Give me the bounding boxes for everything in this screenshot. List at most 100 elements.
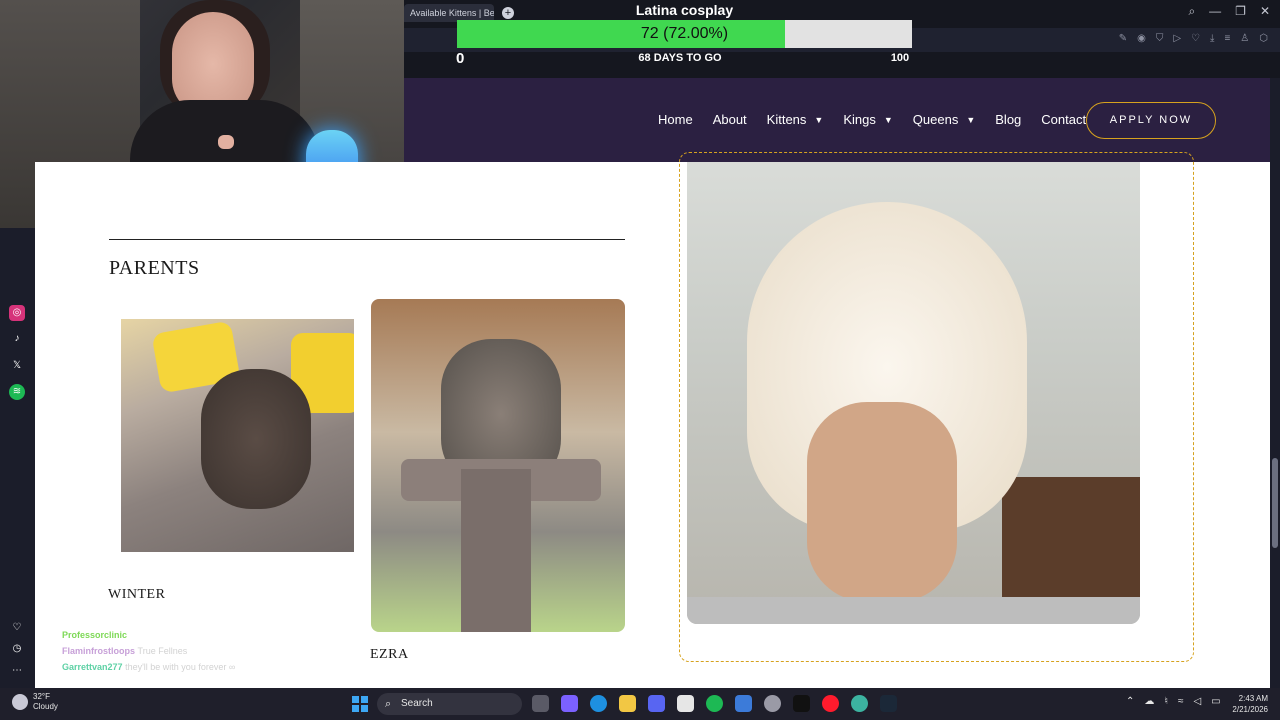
- nav-item-about[interactable]: About: [713, 112, 747, 127]
- tiktok-icon[interactable]: [793, 695, 810, 712]
- scrollbar[interactable]: [1270, 78, 1280, 688]
- cat-figure: [201, 369, 311, 509]
- tiktok-icon[interactable]: ♪: [9, 331, 25, 347]
- history-icon[interactable]: ◷: [9, 641, 25, 657]
- chat-message: they'll be with you forever ∞: [125, 662, 236, 672]
- caret-down-icon: ▼: [966, 114, 976, 125]
- settings-icon[interactable]: [764, 695, 781, 712]
- volume-icon[interactable]: ◁: [1193, 696, 1201, 707]
- parent-name-ezra: EZRA: [370, 647, 409, 662]
- goal-max-label: 100: [890, 52, 910, 64]
- microphone-icon[interactable]: ♮: [1164, 696, 1168, 707]
- battery-icon[interactable]: ▭: [1211, 696, 1220, 707]
- instagram-icon[interactable]: ◎: [9, 305, 25, 321]
- caret-down-icon: ▼: [883, 114, 893, 125]
- page-content: PARENTS WINTER EZRA: [35, 152, 1270, 688]
- spotify-icon[interactable]: [706, 695, 723, 712]
- chat-line: Professorclinic: [62, 627, 235, 643]
- taskbar-search[interactable]: ⌕ Search: [377, 693, 522, 715]
- taskbar-apps: [532, 695, 897, 712]
- nav-item-kings[interactable]: Kings ▼: [843, 112, 892, 127]
- chat-overlay: Professorclinic Flaminfrostloops True Fe…: [62, 627, 235, 675]
- task-view-icon[interactable]: [532, 695, 549, 712]
- nav-label: Blog: [995, 112, 1022, 127]
- download-icon[interactable]: ⤓: [1210, 33, 1214, 44]
- discord-icon[interactable]: [648, 695, 665, 712]
- nav-links: Home About Kittens ▼ Kings ▼ Queens ▼ Blog …: [658, 112, 1106, 127]
- nav-item-contact[interactable]: Contact: [1041, 112, 1086, 127]
- minimize-icon[interactable]: —: [1209, 4, 1221, 19]
- extension-toolbar: ✎ ◉ ⛉ ▷ ♡ ⤓ ≡ ♙ ⬡: [1119, 33, 1268, 44]
- mouse-cursor-icon: [644, 345, 651, 355]
- opera-icon[interactable]: [822, 695, 839, 712]
- edge-icon[interactable]: [590, 695, 607, 712]
- windows-start-icon[interactable]: [352, 696, 368, 712]
- site-navbar: Home About Kittens ▼ Kings ▼ Queens ▼ Blog …: [404, 78, 1270, 162]
- spotify-icon[interactable]: ≋: [9, 384, 25, 400]
- clock-date: 2/21/2026: [1232, 705, 1268, 714]
- parent-name-winter: WINTER: [108, 587, 166, 602]
- play-icon[interactable]: ▷: [1173, 33, 1181, 44]
- wallet-icon[interactable]: ⬡: [1259, 33, 1268, 44]
- chevron-up-icon[interactable]: ⌃: [1126, 696, 1134, 707]
- file-explorer-icon[interactable]: [619, 695, 636, 712]
- photo-bottom-band: [687, 597, 1140, 624]
- chat-username: Flaminfrostloops: [62, 646, 136, 656]
- social-rail: ◎ ♪ 𝕏 ≋ ♡ ◷ ⋯: [0, 228, 35, 688]
- edit-icon[interactable]: ✎: [1119, 33, 1127, 44]
- nav-label: Queens: [912, 112, 959, 127]
- heart-icon[interactable]: ♡: [1191, 33, 1200, 44]
- cloud-icon: [12, 694, 28, 710]
- parent-photo-winter[interactable]: [121, 319, 354, 552]
- browser-icon[interactable]: [851, 695, 868, 712]
- nav-label: About: [712, 112, 747, 127]
- goal-min-label: 0: [456, 50, 465, 67]
- caret-down-icon: ▼: [814, 114, 824, 125]
- system-tray: ⌃ ☁ ♮ ≈ ◁ ▭: [1126, 696, 1221, 707]
- chat-line: Flaminfrostloops True Fellnes: [62, 643, 235, 659]
- copilot-icon[interactable]: [561, 695, 578, 712]
- weather-widget[interactable]: 32°F Cloudy: [12, 692, 58, 712]
- profile-icon[interactable]: ♙: [1240, 33, 1249, 44]
- x-icon[interactable]: 𝕏: [9, 358, 25, 374]
- camera-icon[interactable]: ◉: [1137, 33, 1146, 44]
- taskbar: 32°F Cloudy ⌕ Search ⌃ ☁ ♮ ≈ ◁ ▭ 2:43 AM…: [0, 688, 1280, 720]
- goal-progress-text: 72 (72.00%): [640, 25, 729, 42]
- nav-label: Kings: [843, 112, 876, 127]
- scrollbar-thumb[interactable]: [1272, 458, 1278, 548]
- more-icon[interactable]: ⋯: [9, 663, 25, 679]
- mail-icon[interactable]: [735, 695, 752, 712]
- close-icon[interactable]: ✕: [1260, 4, 1270, 19]
- maximize-icon[interactable]: ❐: [1235, 4, 1246, 19]
- chat-username: Professorclinic: [62, 630, 128, 640]
- cloud-sync-icon[interactable]: ☁: [1144, 696, 1154, 707]
- goal-progress-bar: 72 (72.00%): [457, 20, 912, 48]
- section-title: PARENTS: [109, 257, 200, 279]
- steam-icon[interactable]: [880, 695, 897, 712]
- search-icon[interactable]: ⌕: [1188, 4, 1195, 19]
- chat-message: True Fellnes: [137, 646, 188, 656]
- kitten-photo[interactable]: [687, 162, 1140, 624]
- menu-icon[interactable]: ≡: [1224, 33, 1230, 44]
- nav-item-kittens[interactable]: Kittens ▼: [767, 112, 824, 127]
- cat-tree-post: [461, 469, 531, 632]
- nav-label: Contact: [1041, 112, 1087, 127]
- nav-item-home[interactable]: Home: [658, 112, 693, 127]
- goal-title: Latina cosplay: [635, 2, 734, 18]
- taskbar-clock[interactable]: 2:43 AM 2/21/2026: [1222, 693, 1268, 715]
- weather-desc: Cloudy: [33, 702, 58, 711]
- shield-icon[interactable]: ⛉: [1156, 33, 1164, 44]
- store-icon[interactable]: [677, 695, 694, 712]
- apply-now-button[interactable]: APPLY NOW: [1086, 102, 1216, 139]
- search-icon: ⌕: [385, 698, 392, 710]
- heart-icon[interactable]: ♡: [9, 620, 25, 636]
- parent-photo-ezra[interactable]: [371, 299, 625, 632]
- nav-item-blog[interactable]: Blog: [995, 112, 1021, 127]
- wifi-icon[interactable]: ≈: [1178, 696, 1184, 707]
- nav-item-queens[interactable]: Queens ▼: [913, 112, 975, 127]
- chat-line: Garrettvan277 they'll be with you foreve…: [62, 659, 235, 675]
- wall-poster: [1002, 477, 1140, 597]
- heart-cutout: [218, 135, 234, 149]
- holding-hand: [807, 402, 957, 602]
- weather-temp: 32°F: [33, 692, 50, 701]
